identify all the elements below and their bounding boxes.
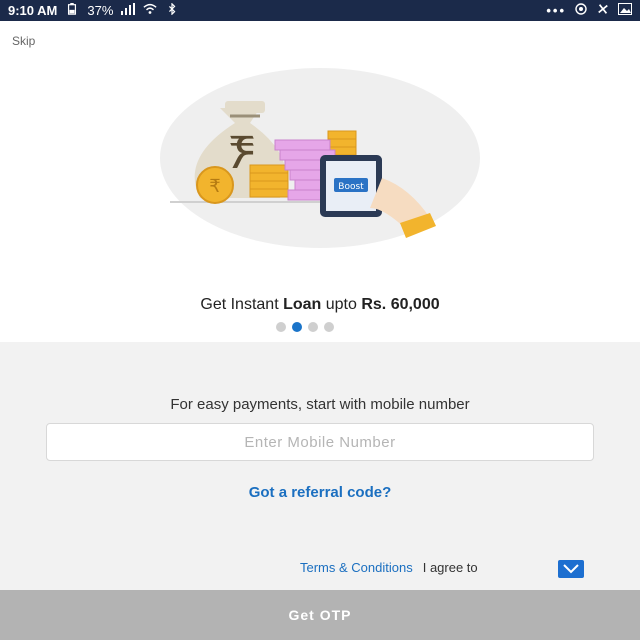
battery-icon <box>65 3 79 18</box>
overflow-dots: ••• <box>546 3 566 18</box>
svg-text:₹: ₹ <box>209 176 220 197</box>
carousel-indicator <box>276 322 334 332</box>
mobile-prompt: For easy payments, start with mobile num… <box>170 396 470 413</box>
bluetooth-icon <box>165 3 179 18</box>
headline-prefix: Get Instant <box>200 296 284 313</box>
image-icon <box>618 3 632 18</box>
carousel-dot-active[interactable] <box>292 322 302 332</box>
eye-icon <box>574 3 588 18</box>
carousel-dot[interactable] <box>276 322 286 332</box>
loan-illustration: ₹ ₹ Boost <box>160 68 480 248</box>
skip-button[interactable]: Skip <box>12 34 35 48</box>
status-left: 9:10 AM 37% <box>8 3 179 18</box>
mobile-number-input[interactable] <box>46 423 594 461</box>
onboarding-headline: Get Instant Loan upto Rs. 60,000 <box>0 296 640 314</box>
onboarding-screen: 9:10 AM 37% ••• Skip ₹ ₹ Boost Get Insta… <box>0 0 640 640</box>
wifi-icon <box>143 3 157 18</box>
headline-bold-amount: Rs. 60,000 <box>361 296 440 313</box>
fan-icon <box>596 3 610 18</box>
carousel-dot[interactable] <box>324 322 334 332</box>
money-bag-phone-graphic: ₹ ₹ Boost <box>170 101 436 238</box>
referral-code-link[interactable]: Got a referral code? <box>0 484 640 501</box>
headline-bold-loan: Loan <box>283 296 322 313</box>
terms-checkbox[interactable] <box>558 560 584 578</box>
terms-prefix: I agree to <box>422 560 478 575</box>
login-panel <box>0 342 640 590</box>
checkmark-icon <box>563 564 579 574</box>
status-right: ••• <box>546 3 632 18</box>
phone-screen-text: Boost <box>338 182 364 192</box>
battery-percent: 37% <box>87 3 114 18</box>
signal-icon <box>121 3 136 18</box>
terms-link[interactable]: Terms & Conditions <box>300 560 413 575</box>
get-otp-button[interactable]: Get OTP <box>0 590 640 640</box>
status-time: 9:10 AM <box>8 3 58 18</box>
carousel-dot[interactable] <box>308 322 318 332</box>
headline-mid: upto <box>321 296 362 313</box>
status-bar: 9:10 AM 37% ••• <box>0 0 640 21</box>
terms-agreement: Terms & Conditions I agree to <box>300 560 478 575</box>
